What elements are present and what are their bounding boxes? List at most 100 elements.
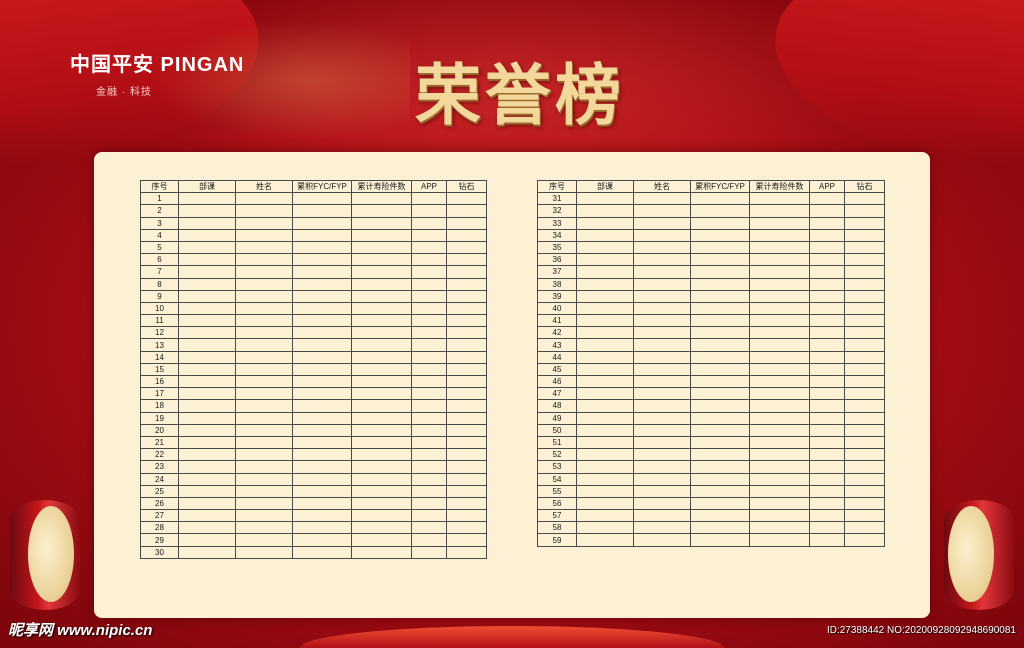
row-number: 37 xyxy=(537,265,577,279)
honor-board: 序号 部课 姓名 累积FYC/FYP 累计寿险件数 APP 钻石 1 2 3 4 5 6 7 8 9 10 11… xyxy=(94,152,930,618)
empty-cell xyxy=(576,435,634,450)
empty-cell xyxy=(844,484,885,498)
empty-cell xyxy=(178,460,236,474)
row-number: 4 xyxy=(140,228,179,242)
table-row: 31 xyxy=(537,192,885,206)
table-row: 45 xyxy=(537,362,885,377)
row-number: 59 xyxy=(537,533,577,547)
table-row: 32 xyxy=(537,204,885,218)
empty-cell xyxy=(178,338,236,352)
empty-cell xyxy=(749,411,810,425)
empty-cell xyxy=(690,253,750,267)
empty-cell xyxy=(576,533,634,547)
empty-cell xyxy=(576,448,634,462)
logo-text: 中国平安 PINGAN xyxy=(70,54,245,76)
empty-cell xyxy=(178,545,236,559)
empty-cell xyxy=(844,521,885,535)
table-row: 9 xyxy=(140,289,487,303)
row-number: 57 xyxy=(537,509,577,523)
column-header: 累积FYC/FYP xyxy=(292,179,352,194)
empty-cell xyxy=(633,521,691,535)
empty-cell xyxy=(178,533,236,547)
empty-cell xyxy=(690,362,750,377)
table-row: 22 xyxy=(140,448,487,462)
empty-cell xyxy=(576,460,634,474)
empty-cell xyxy=(351,374,412,389)
empty-cell xyxy=(844,399,885,413)
empty-cell xyxy=(292,301,352,316)
column-header: 部课 xyxy=(178,179,236,194)
empty-cell xyxy=(749,448,810,462)
empty-cell xyxy=(411,521,447,535)
row-number: 23 xyxy=(140,460,179,474)
empty-cell xyxy=(844,314,885,328)
table-row: 15 xyxy=(140,362,487,377)
empty-cell xyxy=(844,228,885,242)
row-number: 5 xyxy=(140,240,179,255)
empty-cell xyxy=(749,387,810,401)
row-number: 27 xyxy=(140,509,179,523)
empty-cell xyxy=(809,338,845,352)
empty-cell xyxy=(411,216,447,230)
column-header: 姓名 xyxy=(235,179,293,194)
empty-cell xyxy=(446,289,487,303)
table-row: 12 xyxy=(140,326,487,340)
empty-cell xyxy=(411,472,447,486)
empty-cell xyxy=(235,411,293,425)
logo-tagline: 金融 · 科技 xyxy=(96,87,152,98)
empty-cell xyxy=(411,460,447,474)
table-row: 51 xyxy=(537,435,885,450)
table-row: 13 xyxy=(140,338,487,352)
empty-cell xyxy=(351,326,412,340)
empty-cell xyxy=(576,387,634,401)
table-row: 37 xyxy=(537,265,885,279)
empty-cell xyxy=(690,374,750,389)
empty-cell xyxy=(351,448,412,462)
empty-cell xyxy=(411,423,447,437)
empty-cell xyxy=(749,350,810,364)
empty-cell xyxy=(690,509,750,523)
empty-cell xyxy=(690,484,750,498)
empty-cell xyxy=(446,265,487,279)
empty-cell xyxy=(633,204,691,218)
row-number: 8 xyxy=(140,277,179,291)
empty-cell xyxy=(749,314,810,328)
empty-cell xyxy=(844,216,885,230)
row-number: 38 xyxy=(537,277,577,291)
empty-cell xyxy=(690,423,750,437)
empty-cell xyxy=(576,289,634,303)
empty-cell xyxy=(690,435,750,450)
table-row: 7 xyxy=(140,265,487,279)
table-row: 16 xyxy=(140,374,487,389)
empty-cell xyxy=(690,240,750,255)
row-number: 1 xyxy=(140,192,179,206)
empty-cell xyxy=(749,435,810,450)
empty-cell xyxy=(178,350,236,364)
table-row: 26 xyxy=(140,496,487,511)
empty-cell xyxy=(235,533,293,547)
empty-cell xyxy=(235,228,293,242)
empty-cell xyxy=(411,350,447,364)
empty-cell xyxy=(809,301,845,316)
empty-cell xyxy=(446,484,487,498)
empty-cell xyxy=(633,192,691,206)
empty-cell xyxy=(446,240,487,255)
empty-cell xyxy=(844,350,885,364)
row-number: 17 xyxy=(140,387,179,401)
empty-cell xyxy=(411,509,447,523)
row-number: 30 xyxy=(140,545,179,559)
empty-cell xyxy=(292,374,352,389)
empty-cell xyxy=(351,399,412,413)
empty-cell xyxy=(633,387,691,401)
row-number: 50 xyxy=(537,423,577,437)
row-number: 54 xyxy=(537,472,577,486)
empty-cell xyxy=(351,228,412,242)
column-header: APP xyxy=(809,179,845,194)
empty-cell xyxy=(235,314,293,328)
empty-cell xyxy=(809,448,845,462)
empty-cell xyxy=(844,460,885,474)
empty-cell xyxy=(178,374,236,389)
empty-cell xyxy=(749,228,810,242)
table-row: 33 xyxy=(537,216,885,230)
empty-cell xyxy=(690,460,750,474)
